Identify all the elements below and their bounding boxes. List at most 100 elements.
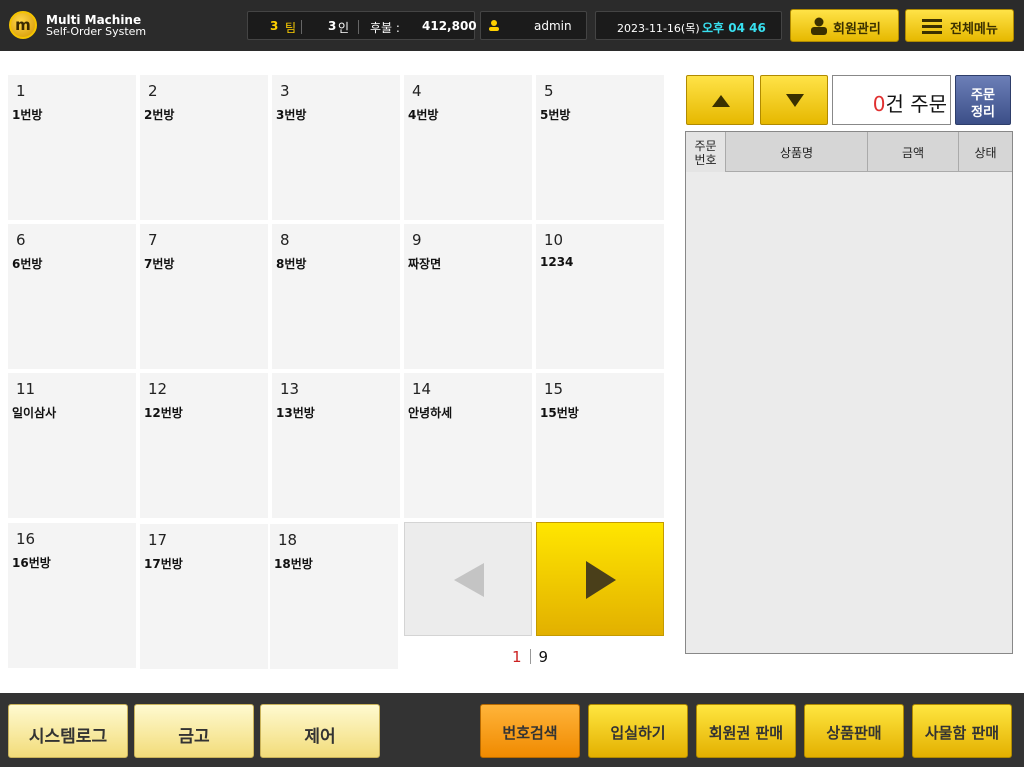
- room-name: 15번방: [540, 406, 579, 420]
- room-tile[interactable]: 12 12번방: [140, 373, 268, 518]
- datetime-box: 2023-11-16(목) 오후 04 46: [595, 11, 782, 40]
- room-tile[interactable]: 8 8번방: [272, 224, 400, 369]
- top-bar: m Multi Machine Self-Order System 3 팀 3 …: [0, 0, 1024, 51]
- order-arrange-button[interactable]: 주문 정리: [955, 75, 1011, 125]
- number-search-button[interactable]: 번호검색: [480, 704, 580, 758]
- room-tile[interactable]: 13 13번방: [272, 373, 400, 518]
- hamburger-icon: [922, 19, 942, 34]
- column-status-label: 상태: [974, 146, 997, 160]
- team-unit: 팀: [285, 21, 297, 35]
- time-text: 오후 04 46: [702, 21, 766, 35]
- room-number: 2: [148, 82, 158, 100]
- room-number: 1: [16, 82, 26, 100]
- room-tile[interactable]: 10 1234: [536, 224, 664, 369]
- column-status: 상태: [959, 132, 1012, 172]
- room-name: 8번방: [276, 257, 307, 271]
- room-number: 3: [280, 82, 290, 100]
- person-icon: [811, 17, 827, 35]
- triangle-down-icon: [786, 94, 804, 107]
- full-menu-button[interactable]: 전체메뉴: [905, 9, 1014, 42]
- control-button[interactable]: 제어: [260, 704, 380, 758]
- brand-subtitle: Self-Order System: [46, 25, 147, 38]
- room-number: 7: [148, 231, 158, 249]
- room-number: 13: [280, 380, 300, 398]
- room-tile[interactable]: 15 15번방: [536, 373, 664, 518]
- previous-page-button[interactable]: [404, 522, 532, 636]
- room-number: 14: [412, 380, 432, 398]
- people-unit: 인: [338, 21, 350, 35]
- check-in-label: 입실하기: [610, 724, 666, 742]
- room-name: 2번방: [144, 108, 175, 122]
- scroll-up-button[interactable]: [686, 75, 754, 125]
- logo-icon: m: [9, 11, 37, 39]
- room-number: 10: [544, 231, 564, 249]
- room-number: 12: [148, 380, 168, 398]
- locker-sale-label: 사물함 판매: [924, 724, 1000, 742]
- system-log-button[interactable]: 시스템로그: [8, 704, 128, 758]
- room-tile[interactable]: 4 4번방: [404, 75, 532, 220]
- room-number: 5: [544, 82, 554, 100]
- room-number: 17: [148, 531, 168, 549]
- deferred-amount: 412,800: [422, 19, 477, 33]
- room-name: 6번방: [12, 257, 43, 271]
- room-tile[interactable]: 11 일이삼사: [8, 373, 136, 518]
- room-number: 18: [278, 531, 298, 549]
- status-summary: 3 팀 3 인 후불 : 412,800: [247, 11, 477, 40]
- room-tile[interactable]: 6 6번방: [8, 224, 136, 369]
- room-tile[interactable]: 17 17번방: [140, 524, 268, 669]
- scroll-down-button[interactable]: [760, 75, 828, 125]
- next-page-button[interactable]: [536, 522, 664, 636]
- membership-sale-button[interactable]: 회원권 판매: [696, 704, 796, 758]
- safe-button[interactable]: 금고: [134, 704, 254, 758]
- room-name: 1234: [540, 255, 574, 269]
- user-name: admin: [534, 19, 572, 33]
- order-count-text: 0건 주문: [873, 88, 947, 117]
- column-product-name: 상품명: [726, 132, 868, 172]
- order-count: 0: [872, 92, 886, 116]
- page-indicator: 19: [512, 648, 548, 666]
- room-tile[interactable]: 5 5번방: [536, 75, 664, 220]
- room-tile[interactable]: 9 짜장면: [404, 224, 532, 369]
- order-arrange-label-2: 정리: [971, 105, 995, 120]
- room-tile[interactable]: 7 7번방: [140, 224, 268, 369]
- check-in-button[interactable]: 입실하기: [588, 704, 688, 758]
- room-number: 15: [544, 380, 564, 398]
- column-order-number: 주문 번호: [686, 132, 726, 172]
- room-tile[interactable]: 2 2번방: [140, 75, 268, 220]
- system-log-label: 시스템로그: [28, 727, 108, 747]
- room-name: 3번방: [276, 108, 307, 122]
- deferred-label: 후불 :: [370, 21, 400, 35]
- team-count: 3: [270, 19, 279, 33]
- room-name: 16번방: [12, 556, 51, 570]
- room-name: 일이삼사: [12, 406, 57, 420]
- room-number: 9: [412, 231, 422, 249]
- room-name: 5번방: [540, 108, 571, 122]
- column-product-name-label: 상품명: [779, 146, 814, 160]
- room-number: 16: [16, 530, 36, 548]
- member-management-label: 회원관리: [833, 22, 881, 37]
- room-tile[interactable]: 3 3번방: [272, 75, 400, 220]
- room-name: 17번방: [144, 557, 183, 571]
- member-management-button[interactable]: 회원관리: [790, 9, 899, 42]
- room-name: 13번방: [276, 406, 315, 420]
- room-name: 7번방: [144, 257, 175, 271]
- total-pages: 9: [538, 648, 549, 666]
- room-tile[interactable]: 14 안녕하세: [404, 373, 532, 518]
- bottom-bar: 시스템로그 금고 제어 번호검색 입실하기 회원권 판매 상품판매 사물함 판매: [0, 693, 1024, 767]
- room-tile[interactable]: 18 18번방: [270, 524, 398, 669]
- product-sale-button[interactable]: 상품판매: [804, 704, 904, 758]
- product-sale-label: 상품판매: [826, 724, 882, 742]
- room-name: 4번방: [408, 108, 439, 122]
- number-search-label: 번호검색: [502, 724, 558, 742]
- room-name: 짜장면: [408, 257, 442, 271]
- arrow-left-icon: [454, 563, 484, 597]
- room-tile[interactable]: 1 1번방: [8, 75, 136, 220]
- membership-sale-label: 회원권 판매: [708, 724, 784, 742]
- order-table: 주문 번호 상품명 금액 상태: [685, 131, 1013, 654]
- logo-letter: m: [15, 16, 31, 34]
- locker-sale-button[interactable]: 사물함 판매: [912, 704, 1012, 758]
- room-tile[interactable]: 16 16번방: [8, 523, 136, 668]
- column-amount: 금액: [868, 132, 959, 172]
- divider: [301, 20, 302, 34]
- order-count-suffix: 건 주문: [885, 92, 947, 116]
